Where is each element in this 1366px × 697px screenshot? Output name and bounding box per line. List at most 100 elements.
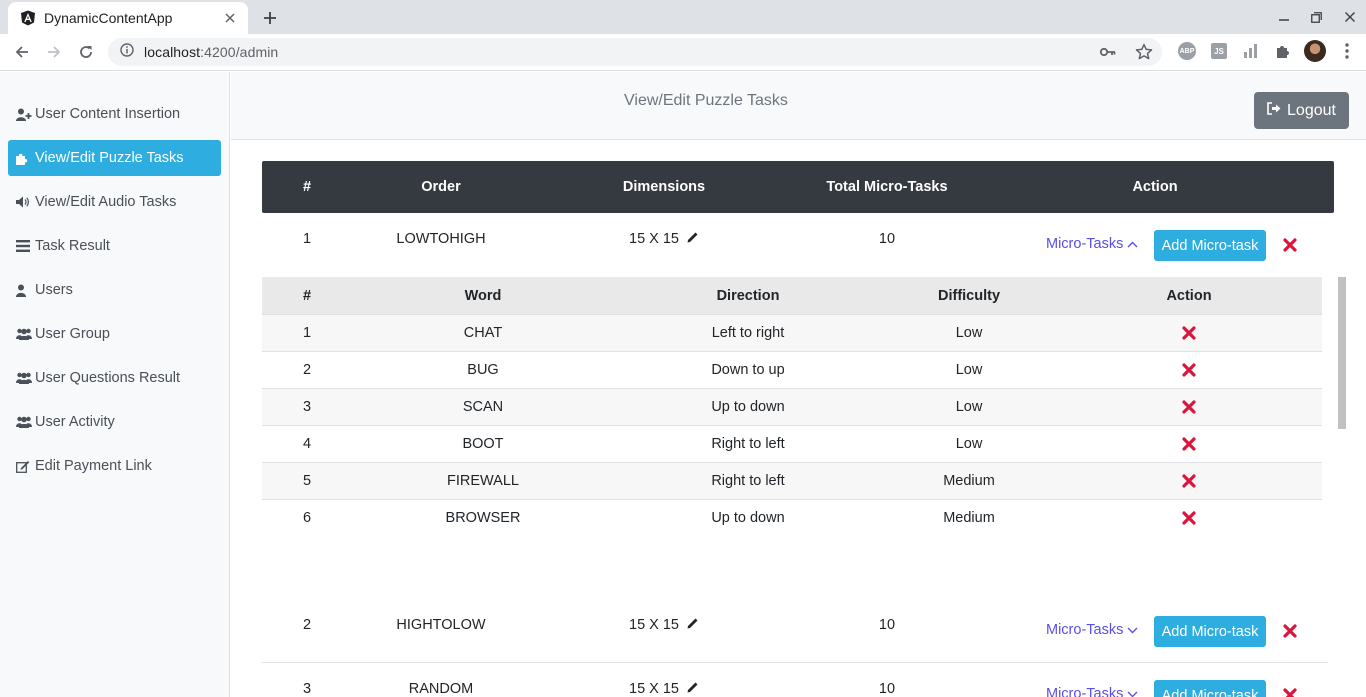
table-scrollbar[interactable] bbox=[1337, 213, 1347, 613]
column-header-number: # bbox=[302, 179, 312, 195]
list-icon bbox=[16, 239, 32, 253]
users-icon bbox=[16, 327, 32, 341]
back-icon[interactable] bbox=[10, 40, 34, 64]
pencil-icon[interactable] bbox=[687, 681, 699, 697]
sidebar-item-view-edit-puzzle-tasks[interactable]: View/Edit Puzzle Tasks bbox=[8, 140, 221, 176]
column-header-total-micro-tasks: Total Micro-Tasks bbox=[826, 179, 948, 195]
adblock-extension-icon[interactable]: ABP bbox=[1176, 40, 1198, 62]
pencil-icon[interactable] bbox=[687, 231, 699, 247]
sidebar-item-edit-payment-link[interactable]: Edit Payment Link bbox=[8, 448, 221, 484]
extensions-puzzle-icon[interactable] bbox=[1272, 40, 1294, 62]
new-tab-icon[interactable] bbox=[258, 6, 282, 30]
table-row: 2 HIGHTOLOW 15 X 15 10 Micro-Tasks Add M… bbox=[262, 599, 1328, 663]
delete-icon[interactable] bbox=[1282, 623, 1298, 639]
column-header-dimensions: Dimensions bbox=[622, 179, 706, 195]
minimize-icon[interactable] bbox=[1267, 0, 1300, 34]
micro-tasks-toggle[interactable]: Micro-Tasks bbox=[1046, 686, 1138, 697]
browser-tabstrip: DynamicContentApp bbox=[0, 0, 1366, 34]
micro-row-number: 4 bbox=[302, 436, 312, 452]
micro-column-word: Word bbox=[464, 287, 502, 304]
sidebar-item-label: View/Edit Puzzle Tasks bbox=[35, 150, 184, 166]
forward-icon[interactable] bbox=[42, 40, 66, 64]
row-number: 2 bbox=[302, 617, 312, 633]
micro-row-word: SCAN bbox=[462, 399, 504, 415]
key-icon[interactable] bbox=[1098, 42, 1118, 67]
micro-task-row: 2 BUG Down to up Low bbox=[262, 352, 1322, 389]
browser-tab[interactable]: DynamicContentApp bbox=[8, 2, 248, 34]
sidebar-item-label: User Content Insertion bbox=[35, 106, 181, 122]
micro-task-row: 1 CHAT Left to right Low bbox=[262, 315, 1322, 352]
js-extension-icon[interactable]: JS bbox=[1208, 40, 1230, 62]
address-bar[interactable]: localhost:4200/admin bbox=[108, 38, 1162, 66]
micro-row-direction: Right to left bbox=[711, 473, 785, 489]
sidebar-item-user-activity[interactable]: User Activity bbox=[8, 404, 221, 440]
delete-icon[interactable] bbox=[1056, 426, 1322, 462]
page-header: View/Edit Puzzle Tasks Logout bbox=[231, 72, 1366, 140]
tasks-table-header: # Order Dimensions Total Micro-Tasks Act… bbox=[262, 161, 1334, 213]
micro-task-row: 6 BROWSER Up to down Medium bbox=[262, 500, 1322, 528]
sidebar-item-user-group[interactable]: User Group bbox=[8, 316, 221, 352]
close-tab-icon[interactable] bbox=[222, 10, 238, 26]
row-order: RANDOM bbox=[408, 681, 474, 697]
analytics-extension-icon[interactable] bbox=[1240, 40, 1262, 62]
micro-row-difficulty: Medium bbox=[943, 473, 995, 489]
reload-icon[interactable] bbox=[74, 40, 98, 64]
profile-avatar[interactable] bbox=[1304, 40, 1326, 62]
micro-row-difficulty: Medium bbox=[943, 510, 995, 526]
logout-button[interactable]: Logout bbox=[1254, 92, 1349, 129]
micro-row-word: CHAT bbox=[463, 325, 503, 341]
micro-row-direction: Left to right bbox=[711, 325, 785, 341]
angular-icon bbox=[20, 10, 36, 26]
row-total-micro-tasks: 10 bbox=[878, 681, 896, 697]
micro-row-difficulty: Low bbox=[955, 399, 983, 415]
pencil-icon[interactable] bbox=[687, 617, 699, 633]
micro-row-direction: Up to down bbox=[711, 399, 785, 415]
sidebar: User Content Insertion View/Edit Puzzle … bbox=[0, 72, 230, 697]
scrollbar-thumb[interactable] bbox=[1338, 277, 1346, 429]
users-icon bbox=[16, 415, 32, 429]
add-micro-task-button[interactable]: Add Micro-task bbox=[1154, 616, 1266, 647]
micro-tasks-toggle[interactable]: Micro-Tasks bbox=[1046, 236, 1138, 252]
tasks-table-body[interactable]: 1 LOWTOHIGH 15 X 15 10 Micro-Tasks Add M… bbox=[262, 213, 1346, 697]
user-icon bbox=[16, 283, 32, 297]
sidebar-item-label: User Group bbox=[35, 326, 110, 342]
sidebar-item-user-content-insertion[interactable]: User Content Insertion bbox=[8, 96, 221, 132]
info-icon[interactable] bbox=[120, 42, 134, 62]
micro-tasks-toggle[interactable]: Micro-Tasks bbox=[1046, 622, 1138, 638]
micro-row-word: BROWSER bbox=[445, 510, 521, 526]
table-row: 1 LOWTOHIGH 15 X 15 10 Micro-Tasks Add M… bbox=[262, 213, 1328, 277]
delete-icon[interactable] bbox=[1056, 500, 1322, 528]
delete-icon[interactable] bbox=[1282, 237, 1298, 253]
sidebar-item-users[interactable]: Users bbox=[8, 272, 221, 308]
add-micro-task-button[interactable]: Add Micro-task bbox=[1154, 230, 1266, 261]
micro-tasks-table-header: # Word Direction Difficulty Action bbox=[262, 277, 1322, 315]
volume-icon bbox=[16, 195, 32, 209]
delete-icon[interactable] bbox=[1056, 315, 1322, 351]
sidebar-item-task-result[interactable]: Task Result bbox=[8, 228, 221, 264]
micro-column-difficulty: Difficulty bbox=[937, 287, 1001, 304]
menu-kebab-icon[interactable] bbox=[1336, 40, 1358, 62]
delete-icon[interactable] bbox=[1056, 389, 1322, 425]
tab-title: DynamicContentApp bbox=[44, 10, 173, 26]
user-plus-icon bbox=[16, 107, 32, 121]
row-dimensions: 15 X 15 bbox=[530, 213, 798, 265]
sidebar-item-label: User Questions Result bbox=[35, 370, 181, 386]
delete-icon[interactable] bbox=[1056, 352, 1322, 388]
micro-column-number: # bbox=[302, 287, 312, 304]
column-header-order: Order bbox=[421, 179, 461, 195]
url-text: localhost:4200/admin bbox=[144, 44, 279, 60]
delete-icon[interactable] bbox=[1282, 687, 1298, 697]
close-window-icon[interactable] bbox=[1333, 0, 1366, 34]
chevron-up-icon bbox=[1127, 236, 1138, 252]
sidebar-item-user-questions-result[interactable]: User Questions Result bbox=[8, 360, 221, 396]
add-micro-task-button[interactable]: Add Micro-task bbox=[1154, 680, 1266, 697]
bookmark-star-icon[interactable] bbox=[1134, 42, 1154, 67]
micro-row-number: 6 bbox=[302, 510, 312, 526]
users-icon bbox=[16, 371, 32, 385]
sidebar-item-view-edit-audio-tasks[interactable]: View/Edit Audio Tasks bbox=[8, 184, 221, 220]
delete-icon[interactable] bbox=[1056, 463, 1322, 499]
sidebar-item-label: Users bbox=[35, 282, 73, 298]
micro-row-direction: Right to left bbox=[711, 436, 785, 452]
micro-row-direction: Down to up bbox=[711, 362, 785, 378]
restore-icon[interactable] bbox=[1300, 0, 1333, 34]
